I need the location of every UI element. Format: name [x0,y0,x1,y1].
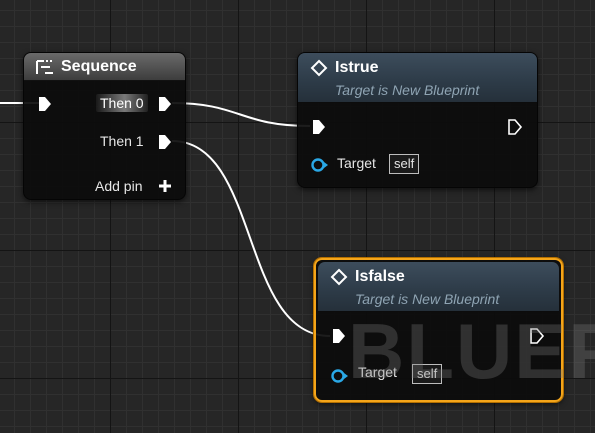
function-diamond-icon [330,268,348,291]
isfalse-title: Isfalse [355,268,405,285]
exec-wire-then0-to-istrue[interactable] [171,102,311,127]
sequence-icon [35,59,55,81]
sequence-title: Sequence [61,58,137,75]
istrue-node-header[interactable]: Istrue Target is New Blueprint [298,53,537,103]
plus-icon[interactable] [158,179,172,198]
istrue-target-value[interactable]: self [389,154,420,174]
istrue-target-label: Target [337,155,376,171]
sequence-exec-in-pin[interactable] [37,96,53,117]
isfalse-node[interactable]: Isfalse Target is New Blueprint Target s… [314,258,563,402]
isfalse-target-label: Target [358,364,397,380]
isfalse-target-value[interactable]: self [412,364,443,384]
sequence-node-header[interactable]: Sequence [24,53,185,81]
istrue-subtitle: Target is New Blueprint [335,82,480,98]
isfalse-subtitle: Target is New Blueprint [355,291,500,307]
isfalse-exec-out-pin[interactable] [529,328,545,349]
istrue-exec-out-pin[interactable] [507,119,523,140]
istrue-exec-in-pin[interactable] [311,119,327,140]
graph-canvas[interactable]: BLUEP Sequence Then 0 Then 1 Add pin Ist… [0,0,595,433]
then-0-label: Then 0 [96,94,148,112]
istrue-title: Istrue [335,59,379,76]
then-1-label: Then 1 [100,133,144,149]
isfalse-node-header[interactable]: Isfalse Target is New Blueprint [318,262,559,312]
isfalse-target-pin[interactable] [331,368,349,389]
isfalse-exec-in-pin[interactable] [331,328,347,349]
function-diamond-icon [310,59,328,82]
istrue-node[interactable]: Istrue Target is New Blueprint Target se… [297,52,538,188]
sequence-node[interactable]: Sequence Then 0 Then 1 Add pin [23,52,186,200]
then-1-exec-out-pin[interactable] [157,134,173,155]
istrue-target-pin[interactable] [311,157,329,178]
add-pin-label[interactable]: Add pin [95,178,142,194]
then-0-exec-out-pin[interactable] [157,96,173,117]
